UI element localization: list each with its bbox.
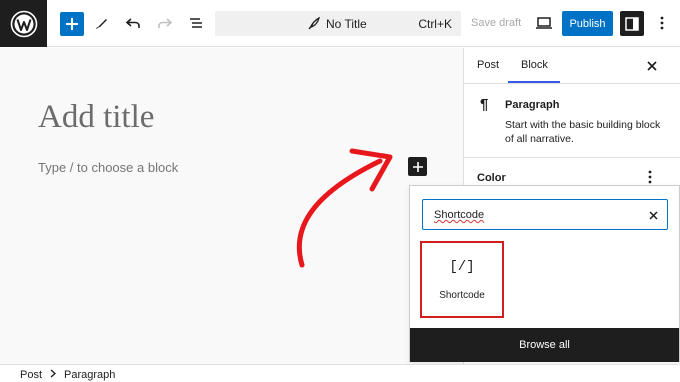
add-block-button[interactable] [60, 12, 84, 36]
sidebar-tabs: Post Block [464, 48, 680, 84]
feather-icon [308, 16, 320, 30]
settings-button[interactable] [620, 11, 644, 36]
desktop-preview-icon [536, 17, 552, 29]
tab-block[interactable]: Block [521, 59, 548, 71]
block-inserter-popover: Shortcode [/] Shortcode Browse all [409, 185, 680, 362]
undo-button[interactable] [121, 11, 145, 35]
redo-icon [158, 18, 173, 28]
shortcode-icon: [/] [449, 259, 475, 275]
plus-icon [412, 161, 423, 172]
document-overview-button[interactable] [184, 11, 208, 35]
color-options-button[interactable] [644, 168, 656, 186]
close-sidebar-button[interactable] [642, 56, 662, 76]
paragraph-icon: ¶ [480, 96, 489, 113]
plus-icon [66, 18, 78, 30]
more-vertical-icon [660, 16, 664, 30]
tab-post[interactable]: Post [477, 59, 499, 71]
block-card: ¶ Paragraph Start with the basic buildin… [464, 84, 680, 158]
publish-button[interactable]: Publish [562, 11, 613, 36]
document-title: No Title [326, 17, 367, 31]
more-vertical-icon [648, 170, 652, 184]
preview-button[interactable] [532, 11, 556, 35]
search-value: Shortcode [434, 209, 485, 221]
active-tab-indicator [508, 81, 560, 83]
block-search-input[interactable]: Shortcode [422, 199, 668, 230]
wordpress-logo-icon[interactable] [0, 0, 47, 47]
browse-all-button[interactable]: Browse all [410, 328, 679, 362]
list-view-icon [190, 18, 202, 28]
breadcrumb-post[interactable]: Post [20, 369, 42, 381]
color-panel-title[interactable]: Color [477, 172, 506, 184]
block-inserter-button[interactable] [408, 157, 427, 176]
close-icon [647, 61, 657, 71]
options-button[interactable] [650, 11, 674, 35]
undo-icon [125, 18, 140, 28]
annotation-arrow-icon [296, 148, 393, 268]
shortcode-block-result[interactable]: [/] Shortcode [420, 241, 504, 318]
block-breadcrumb: Post Paragraph [0, 364, 680, 382]
clear-search-button[interactable] [645, 207, 661, 223]
tools-button[interactable] [90, 11, 114, 35]
pencil-icon [96, 19, 107, 29]
block-name: Paragraph [505, 99, 560, 111]
command-palette-bar[interactable]: No Title Ctrl+K [215, 11, 461, 36]
keyboard-shortcut: Ctrl+K [418, 17, 452, 31]
redo-button[interactable] [153, 11, 177, 35]
close-icon [648, 210, 658, 220]
editor-toolbar: No Title Ctrl+K Save draft Publish [0, 0, 680, 47]
save-draft-button[interactable]: Save draft [471, 17, 521, 29]
chevron-right-icon [50, 369, 57, 381]
post-title-input[interactable]: Add title [38, 99, 154, 136]
breadcrumb-paragraph[interactable]: Paragraph [64, 369, 115, 381]
result-label: Shortcode [439, 290, 485, 301]
paragraph-block-input[interactable]: Type / to choose a block [38, 160, 178, 175]
editor-canvas: Add title Type / to choose a block [0, 48, 463, 364]
sidebar-toggle-icon [625, 16, 639, 31]
block-description: Start with the basic building block of a… [505, 119, 661, 145]
